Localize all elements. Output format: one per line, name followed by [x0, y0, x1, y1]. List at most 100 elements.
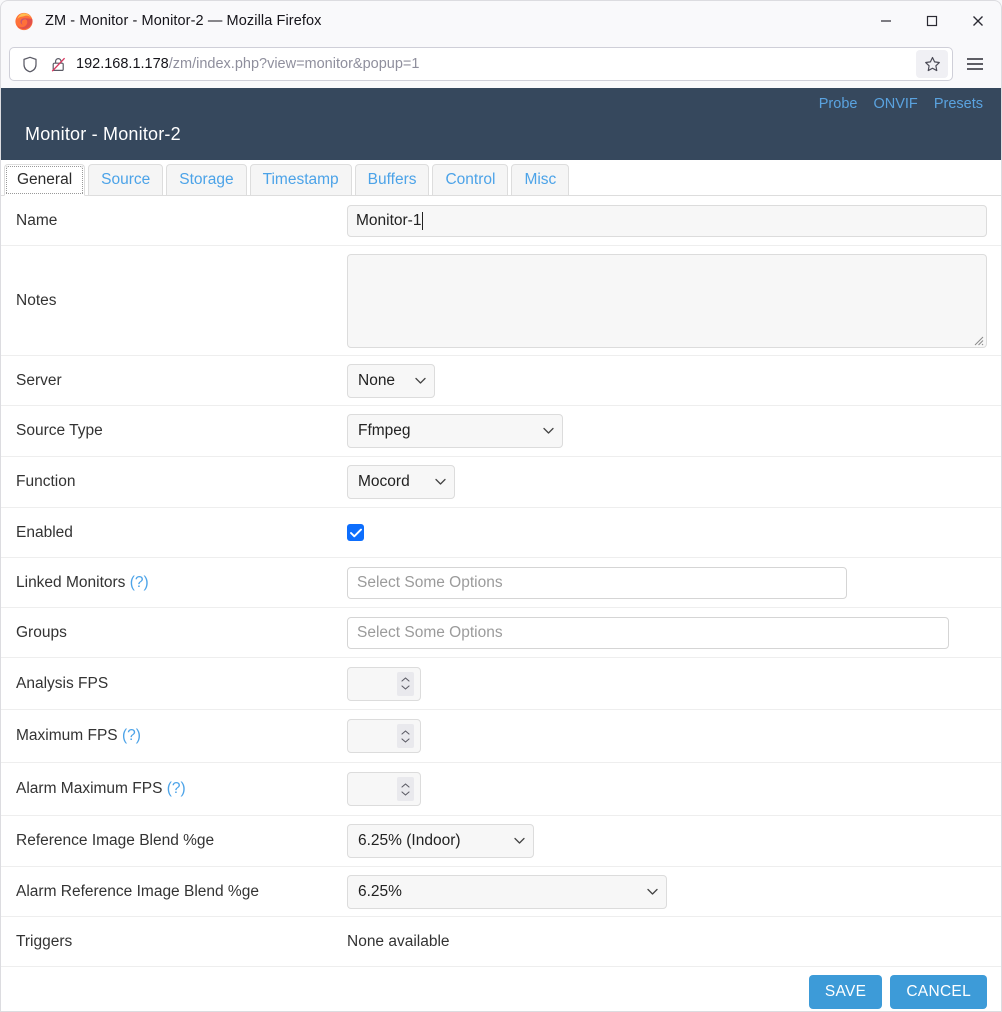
star-icon[interactable] — [916, 50, 948, 78]
label-function: Function — [16, 473, 76, 490]
groups-placeholder: Select Some Options — [357, 623, 503, 641]
window-controls — [863, 1, 1001, 40]
source-type-select[interactable]: Ffmpeg — [347, 414, 563, 448]
form-footer: SAVE CANCEL — [1, 967, 1001, 1011]
quantity-stepper[interactable] — [397, 724, 414, 748]
browser-window: ZM - Monitor - Monitor-2 — Mozilla Firef… — [0, 0, 1002, 1012]
help-icon[interactable]: (?) — [167, 780, 186, 797]
row-alarm-reference-blend: Alarm Reference Image Blend %ge 6.25% — [1, 867, 1001, 917]
hamburger-menu-icon[interactable] — [957, 48, 993, 80]
label-enabled: Enabled — [16, 523, 73, 541]
header-links: Probe ONVIF Presets — [807, 96, 983, 112]
tab-bar: General Source Storage Timestamp Buffers… — [1, 160, 1001, 196]
url-path: /zm/index.php?view=monitor&popup=1 — [168, 56, 420, 72]
maximize-button[interactable] — [909, 1, 955, 40]
tab-source[interactable]: Source — [88, 164, 164, 196]
linked-monitors-select[interactable]: Select Some Options — [347, 566, 847, 599]
chevron-down-icon — [435, 473, 446, 491]
close-button[interactable] — [955, 1, 1001, 40]
source-type-select-value: Ffmpeg — [358, 422, 411, 439]
label-server: Server — [16, 371, 62, 389]
chevron-down-icon — [514, 832, 525, 850]
tab-timestamp[interactable]: Timestamp — [249, 164, 352, 196]
linked-monitors-placeholder: Select Some Options — [357, 573, 503, 591]
row-server: Server None — [1, 356, 1001, 406]
label-maximum-fps-text: Maximum FPS — [16, 727, 118, 744]
label-triggers: Triggers — [16, 932, 73, 950]
server-select[interactable]: None — [347, 363, 435, 398]
quantity-stepper[interactable] — [397, 671, 414, 696]
label-linked-monitors-text: Linked Monitors — [16, 573, 126, 591]
label-linked-monitors: Linked Monitors (?) — [1, 574, 347, 592]
page-title: Monitor - Monitor-2 — [25, 124, 181, 144]
label-alarm-maximum-fps-text: Alarm Maximum FPS — [16, 780, 163, 797]
enabled-checkbox[interactable] — [347, 524, 364, 541]
help-icon[interactable]: (?) — [130, 574, 149, 591]
zm-page-header: Probe ONVIF Presets Monitor - Monitor-2 — [1, 88, 1001, 160]
name-input[interactable]: Monitor-1 — [347, 204, 987, 237]
triggers-value: None available — [347, 932, 450, 950]
presets-link[interactable]: Presets — [934, 96, 983, 112]
notes-textarea[interactable] — [347, 253, 987, 348]
url-host: 192.168.1.178 — [76, 56, 169, 72]
label-alarm-maximum-fps: Alarm Maximum FPS (?) — [1, 780, 347, 798]
label-source-type: Source Type — [16, 422, 103, 439]
chevron-down-icon — [647, 883, 658, 901]
row-linked-monitors: Linked Monitors (?) Select Some Options — [1, 558, 1001, 608]
row-analysis-fps: Analysis FPS — [1, 658, 1001, 710]
tab-general[interactable]: General — [4, 164, 86, 196]
tab-misc[interactable]: Misc — [511, 164, 570, 196]
probe-link[interactable]: Probe — [819, 96, 858, 112]
label-alarm-reference-blend: Alarm Reference Image Blend %ge — [16, 882, 259, 900]
row-name: Name Monitor-1 — [1, 196, 1001, 246]
row-notes: Notes — [1, 246, 1001, 356]
url-text[interactable]: 192.168.1.178/zm/index.php?view=monitor&… — [72, 56, 916, 72]
row-maximum-fps: Maximum FPS (?) — [1, 710, 1001, 763]
row-reference-blend: Reference Image Blend %ge 6.25% (Indoor) — [1, 816, 1001, 867]
maximum-fps-input[interactable] — [347, 719, 421, 753]
label-maximum-fps: Maximum FPS (?) — [1, 727, 347, 745]
cancel-button[interactable]: CANCEL — [890, 975, 987, 1009]
row-alarm-maximum-fps: Alarm Maximum FPS (?) — [1, 763, 1001, 816]
text-caret — [422, 211, 424, 230]
onvif-link[interactable]: ONVIF — [873, 96, 917, 112]
tab-storage[interactable]: Storage — [166, 164, 247, 196]
minimize-button[interactable] — [863, 1, 909, 40]
row-function: Function Mocord — [1, 457, 1001, 508]
window-title: ZM - Monitor - Monitor-2 — Mozilla Firef… — [45, 12, 322, 29]
label-analysis-fps: Analysis FPS — [16, 674, 109, 692]
resize-grip-icon[interactable] — [972, 333, 984, 345]
alarm-reference-blend-value: 6.25% — [358, 882, 402, 900]
help-icon[interactable]: (?) — [122, 727, 141, 744]
chevron-down-icon — [415, 372, 426, 390]
name-input-value: Monitor-1 — [356, 211, 422, 229]
tab-control[interactable]: Control — [432, 164, 509, 196]
shield-icon[interactable] — [16, 51, 44, 77]
firefox-logo-icon — [14, 11, 34, 31]
label-reference-blend: Reference Image Blend %ge — [16, 832, 215, 849]
server-select-value: None — [358, 371, 396, 389]
browser-titlebar: ZM - Monitor - Monitor-2 — Mozilla Firef… — [0, 0, 1002, 40]
reference-blend-select[interactable]: 6.25% (Indoor) — [347, 824, 534, 858]
browser-navbar: 192.168.1.178/zm/index.php?view=monitor&… — [0, 40, 1002, 88]
reference-blend-value: 6.25% (Indoor) — [358, 832, 461, 849]
row-triggers: Triggers None available — [1, 917, 1001, 967]
label-groups: Groups — [16, 623, 67, 641]
groups-select[interactable]: Select Some Options — [347, 616, 949, 649]
quantity-stepper[interactable] — [397, 777, 414, 801]
row-source-type: Source Type Ffmpeg — [1, 406, 1001, 457]
alarm-reference-blend-select[interactable]: 6.25% — [347, 874, 667, 909]
save-button[interactable]: SAVE — [808, 975, 883, 1009]
lock-crossed-icon[interactable] — [44, 51, 72, 77]
row-groups: Groups Select Some Options — [1, 608, 1001, 658]
chevron-down-icon — [543, 422, 554, 440]
url-bar[interactable]: 192.168.1.178/zm/index.php?view=monitor&… — [9, 47, 953, 81]
row-enabled: Enabled — [1, 508, 1001, 558]
label-notes: Notes — [16, 291, 57, 309]
label-name: Name — [16, 211, 58, 229]
tab-buffers[interactable]: Buffers — [354, 164, 430, 196]
alarm-maximum-fps-input[interactable] — [347, 772, 421, 806]
function-select[interactable]: Mocord — [347, 465, 455, 499]
page-content: Probe ONVIF Presets Monitor - Monitor-2 … — [0, 88, 1002, 1012]
analysis-fps-input[interactable] — [347, 666, 421, 701]
